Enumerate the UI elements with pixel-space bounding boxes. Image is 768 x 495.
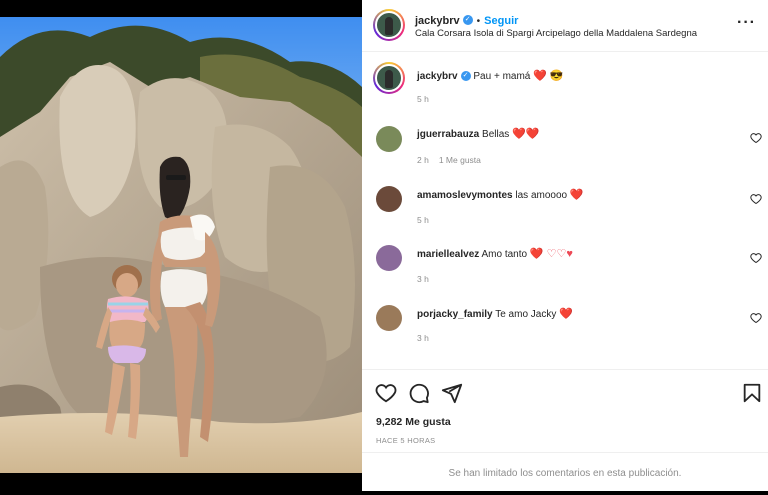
comment-time[interactable]: 3 h bbox=[417, 333, 429, 343]
caption-avatar[interactable] bbox=[373, 62, 405, 94]
comment-text: porjacky_family Te amo Jacky ❤️ bbox=[417, 307, 573, 320]
comment-meta: 2 h 1 Me gusta bbox=[417, 155, 491, 165]
share-icon[interactable] bbox=[441, 382, 463, 404]
post-header: jackybrv ✓ • Seguir Cala Corsara Isola di S… bbox=[362, 0, 768, 52]
commenter-username[interactable]: amamoslevymontes bbox=[417, 190, 513, 201]
comment-body: Amo tanto bbox=[481, 249, 528, 260]
likes-count[interactable]: 9,282 Me gusta bbox=[376, 416, 451, 428]
comment-emojis: ❤️❤️ bbox=[512, 128, 540, 140]
post-side-panel: jackybrv ✓ • Seguir Cala Corsara Isola di S… bbox=[362, 0, 768, 491]
follow-button[interactable]: Seguir bbox=[484, 15, 518, 27]
caption-meta: 5 h bbox=[417, 94, 439, 104]
comments-limited-notice: Se han limitado los comentarios en esta … bbox=[362, 452, 768, 491]
posted-time[interactable]: HACE 5 HORAS bbox=[376, 436, 435, 445]
comment-time[interactable]: 3 h bbox=[417, 274, 429, 284]
comment-meta: 3 h bbox=[417, 333, 439, 343]
caption-text: jackybrv ✓ Pau + mamá ❤️ 😎 bbox=[417, 69, 564, 82]
comment-like-heart-icon[interactable] bbox=[750, 252, 762, 264]
post-modal: jackybrv ✓ • Seguir Cala Corsara Isola di S… bbox=[0, 0, 768, 491]
post-location[interactable]: Cala Corsara Isola di Spargi Arcipelago … bbox=[415, 28, 697, 39]
comment-emojis: ❤️ bbox=[559, 308, 573, 320]
author-username[interactable]: jackybrv bbox=[415, 15, 460, 27]
comment-like-heart-icon[interactable] bbox=[750, 312, 762, 324]
commenter-avatar[interactable] bbox=[376, 186, 402, 212]
comment-text: jguerrabauza Bellas ❤️❤️ bbox=[417, 127, 539, 140]
heart-icon[interactable] bbox=[375, 382, 397, 404]
separator-dot: • bbox=[476, 16, 481, 27]
comment-body: Bellas bbox=[482, 129, 510, 140]
caption-username[interactable]: jackybrv bbox=[417, 71, 458, 82]
photo-illustration bbox=[0, 17, 362, 473]
header-title-row: jackybrv ✓ • Seguir bbox=[415, 11, 518, 29]
verified-badge-icon: ✓ bbox=[462, 14, 473, 25]
comment-like-heart-icon[interactable] bbox=[750, 132, 762, 144]
caption-emojis: ❤️ 😎 bbox=[533, 70, 564, 82]
comment-text: mariellealvez Amo tanto ❤️ ♡♡♥ bbox=[417, 247, 573, 260]
comment-meta: 5 h bbox=[417, 215, 439, 225]
comment-like-heart-icon[interactable] bbox=[750, 193, 762, 205]
comment-time[interactable]: 2 h bbox=[417, 155, 429, 165]
commenter-username[interactable]: jguerrabauza bbox=[417, 129, 479, 140]
commenter-username[interactable]: mariellealvez bbox=[417, 249, 479, 260]
comment-icon[interactable] bbox=[408, 382, 430, 404]
comment-likes[interactable]: 1 Me gusta bbox=[439, 155, 481, 165]
post-photo[interactable] bbox=[0, 17, 362, 473]
comment-body: Te amo Jacky bbox=[495, 309, 557, 320]
caption-time[interactable]: 5 h bbox=[417, 94, 429, 104]
more-horizontal-icon[interactable]: ··· bbox=[737, 14, 756, 32]
comment-emojis: ❤️ ♡♡♥ bbox=[529, 248, 573, 260]
comments-list[interactable]: jackybrv ✓ Pau + mamá ❤️ 😎 5 h jguerrabau… bbox=[362, 53, 768, 368]
comment-body: las amoooo bbox=[515, 190, 568, 201]
comment-emojis: ❤️ bbox=[569, 189, 584, 201]
comment-time[interactable]: 5 h bbox=[417, 215, 429, 225]
comment-meta: 3 h bbox=[417, 274, 439, 284]
commenter-avatar[interactable] bbox=[376, 305, 402, 331]
author-avatar[interactable] bbox=[373, 9, 405, 41]
bookmark-icon[interactable] bbox=[741, 382, 763, 404]
action-bar bbox=[362, 369, 768, 413]
commenter-avatar[interactable] bbox=[376, 126, 402, 152]
comment-text: amamoslevymontes las amoooo ❤️ bbox=[417, 188, 584, 201]
caption-body: Pau + mamá bbox=[473, 71, 531, 82]
commenter-username[interactable]: porjacky_family bbox=[417, 309, 493, 320]
commenter-avatar[interactable] bbox=[376, 245, 402, 271]
verified-badge-icon: ✓ bbox=[460, 71, 471, 82]
